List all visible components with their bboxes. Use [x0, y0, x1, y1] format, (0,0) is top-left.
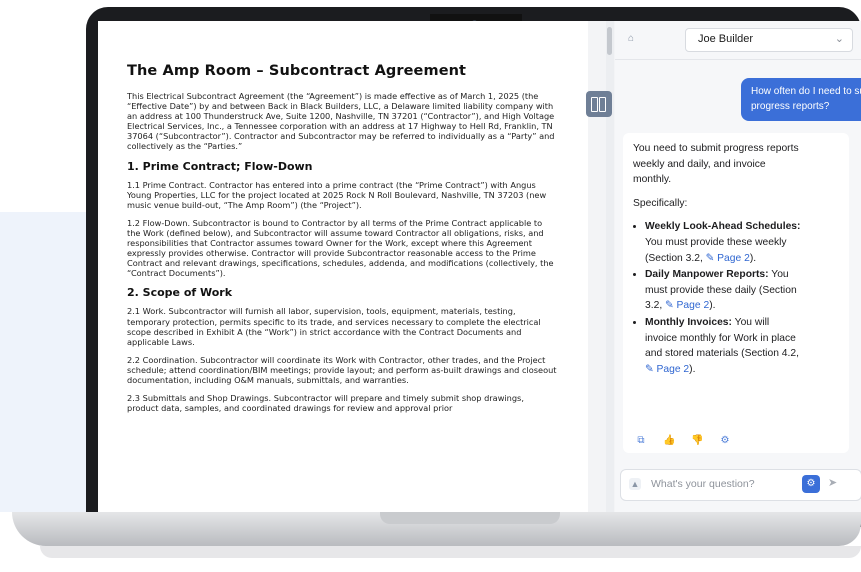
answer-specifically: Specifically: [633, 197, 688, 209]
chat-header: ⌂ Joe Builder ⌄ [615, 21, 861, 60]
message-actions: ⧉ 👍 👎 ⚙ [635, 435, 755, 449]
document-title: The Amp Room – Subcontract Agreement [127, 63, 467, 79]
answer-list: Weekly Look-Ahead Schedules: You must pr… [633, 219, 803, 377]
list-item-tail: ). [689, 363, 696, 375]
split-view-icon [591, 97, 598, 112]
clause-2-1: 2.1 Work. Subcontractor will furnish all… [127, 306, 541, 347]
send-icon[interactable]: ➤ [828, 476, 837, 489]
list-item-tail: ). [709, 300, 716, 312]
copy-icon[interactable]: ⧉ [635, 435, 647, 447]
question-input[interactable]: ▲ What's your question? ⚙ ➤ [620, 469, 861, 501]
document-intro: This Electrical Subcontract Agreement (t… [127, 91, 555, 152]
thumbs-up-icon[interactable]: 👍 [663, 435, 675, 447]
caret-up-icon[interactable]: ▲ [629, 478, 641, 490]
document-content: The Amp Room – Subcontract Agreement Thi… [127, 63, 557, 421]
user-message-bubble: How often do I need to submit progress r… [741, 78, 861, 121]
answer-intro: You need to submit progress reports week… [633, 143, 799, 186]
settings-button[interactable]: ⚙ [802, 475, 820, 493]
list-item: Weekly Look-Ahead Schedules: You must pr… [645, 219, 803, 266]
list-item: Daily Manpower Reports: You must provide… [645, 267, 803, 314]
laptop-opening-groove [380, 512, 560, 524]
scrollbar-thumb[interactable] [607, 27, 612, 55]
section-heading-1: 1. Prime Contract; Flow-Down [127, 159, 313, 173]
thumbs-down-icon[interactable]: 👎 [691, 435, 703, 447]
input-placeholder: What's your question? [651, 478, 755, 490]
assistant-message-text: You need to submit progress reports week… [633, 141, 803, 378]
list-item-title: Daily Manpower Reports: [645, 269, 769, 281]
list-item-tail: ). [749, 252, 757, 264]
page-link[interactable]: ✎ Page 2 [665, 300, 709, 311]
clause-1-2: 1.2 Flow-Down. Subcontractor is bound to… [127, 217, 554, 279]
user-message-text: How often do I need to submit progress r… [751, 86, 861, 112]
laptop-screen: The Amp Room – Subcontract Agreement Thi… [98, 21, 861, 512]
list-item-title: Monthly Invoices: [645, 316, 732, 328]
page-link-label: Page 2 [656, 363, 690, 375]
page-link[interactable]: ✎ Page 2 [645, 364, 689, 375]
gear-icon[interactable]: ⚙ [719, 435, 731, 447]
user-name: Joe Builder [698, 33, 754, 45]
chat-pane: ⌂ Joe Builder ⌄ How often do I need to s… [615, 21, 861, 512]
clause-1-1: 1.1 Prime Contract. Contractor has enter… [127, 179, 547, 210]
document-pane: The Amp Room – Subcontract Agreement Thi… [98, 21, 588, 512]
list-item-title: Weekly Look-Ahead Schedules: [645, 221, 801, 233]
page-link-label: Page 2 [676, 300, 710, 312]
user-select[interactable]: Joe Builder ⌄ [685, 28, 853, 52]
split-view-button[interactable] [586, 91, 612, 117]
home-icon[interactable]: ⌂ [628, 34, 638, 44]
split-view-icon-right [599, 97, 606, 112]
laptop-shadow [40, 546, 861, 558]
clause-2-3: 2.3 Submittals and Shop Drawings. Subcon… [127, 393, 524, 414]
chevron-down-icon: ⌄ [834, 33, 844, 45]
assistant-message-bubble: You need to submit progress reports week… [623, 133, 849, 453]
page-link-label: Page 2 [717, 252, 750, 264]
list-item: Monthly Invoices: You will invoice month… [645, 315, 803, 377]
page-link[interactable]: ✎ Page 2 [706, 253, 750, 264]
section-heading-2: 2. Scope of Work [127, 286, 233, 300]
clause-2-2: 2.2 Coordination. Subcontractor will coo… [127, 354, 557, 385]
